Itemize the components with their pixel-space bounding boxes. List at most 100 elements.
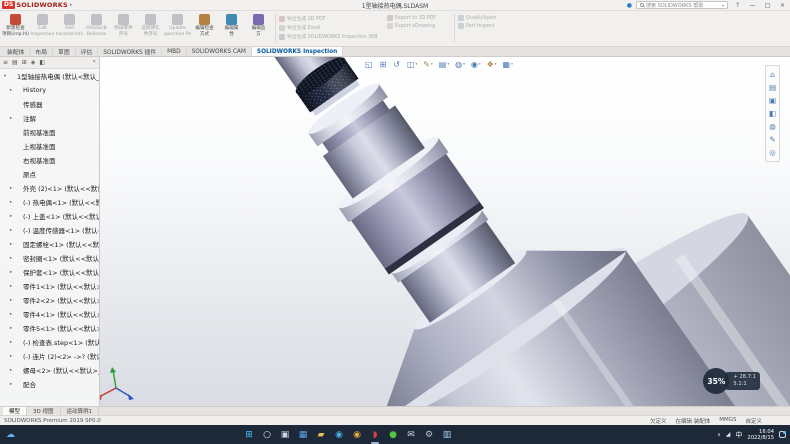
status-item[interactable]: 欠定义 — [650, 417, 667, 425]
login-icon[interactable]: ● — [627, 2, 632, 9]
dropdown-caret-icon[interactable]: ▾ — [416, 60, 418, 69]
store-button[interactable]: ▥ — [441, 429, 453, 441]
document-tab[interactable]: 3D 视图 — [27, 407, 60, 415]
hide-show-icon[interactable]: ◉ ▾ — [471, 60, 481, 69]
command-tab[interactable]: 草图 — [53, 47, 76, 56]
dropdown-caret-icon[interactable]: ▾ — [463, 60, 465, 69]
tree-item[interactable]: 右视基准面 — [0, 153, 99, 167]
remove-balloon-button[interactable]: 移排零件 序号 — [110, 12, 137, 45]
dropdown-caret-icon[interactable]: ▾ — [447, 60, 449, 69]
graphics-viewport[interactable]: ◱ ⊞ ↺ ◫ ▾ ✎ ▾ ▤ — [0, 57, 790, 406]
configurationmanager-tab[interactable]: ⊞ — [22, 59, 27, 66]
widgets-button[interactable]: ▦ — [297, 429, 309, 441]
file-explorer-button[interactable]: ▰ — [315, 429, 327, 441]
featuremanager-tab[interactable]: ≡ — [3, 59, 8, 66]
tree-item[interactable]: 传感器 — [0, 97, 99, 111]
mail-button[interactable]: ✉ — [405, 429, 417, 441]
tree-item[interactable]: ▸ 固定螺栓<1> (默认<<默认>_显示状态) — [0, 237, 99, 251]
tree-item[interactable]: 原点 — [0, 167, 99, 181]
view-orientation-icon[interactable]: ▤ ▾ — [439, 60, 449, 69]
tree-item[interactable]: ▸ 零件4<1> (默认<<默认>_显示状态) — [0, 307, 99, 321]
tree-item[interactable]: ▸ (-) 热电偶<1> (默认<<默认>_显示状态) — [0, 195, 99, 209]
file-menu-arrow-icon[interactable]: ▸ — [70, 2, 73, 8]
taskbar-clock[interactable]: 16:04 2022/8/15 — [747, 429, 774, 441]
new-inspection-project-button[interactable]: 新建检查 项目(imp.hl) — [2, 12, 29, 45]
network-icon[interactable]: ◢ — [726, 431, 731, 438]
dropdown-caret-icon[interactable]: ▾ — [495, 60, 497, 69]
tray-overflow-icon[interactable]: ∧ — [717, 432, 721, 438]
browser-button[interactable]: ◉ — [351, 429, 363, 441]
task-view-button[interactable]: ▣ — [279, 429, 291, 441]
qualityxpert-button[interactable]: QualityXpert — [458, 15, 510, 21]
command-tab[interactable]: 布局 — [30, 47, 53, 56]
dropdown-caret-icon[interactable]: ▾ — [479, 60, 481, 69]
design-library-icon[interactable]: ▤ — [769, 83, 776, 92]
search-caret-icon[interactable]: ▾ — [722, 3, 724, 8]
dimxpert-tab[interactable]: ◈ — [31, 59, 36, 66]
command-tab[interactable]: MBD — [162, 47, 186, 56]
command-tab[interactable]: 评估 — [76, 47, 99, 56]
edit-template-button[interactable]: 编辑监 方 — [245, 12, 272, 45]
dropdown-caret-icon[interactable]: ▾ — [431, 60, 433, 69]
start-button[interactable]: ⊞ — [243, 429, 255, 441]
tree-item[interactable]: ▸ 保护套<1> (默认<<默认>_显示状态) — [0, 265, 99, 279]
apply-scene-icon[interactable]: ▦ ▾ — [503, 60, 513, 69]
maximize-button[interactable]: □ — [762, 2, 773, 9]
command-tab[interactable]: SOLIDWORKS Inspection — [252, 47, 343, 56]
export-edrawing-button[interactable]: Export eDrawing — [387, 23, 451, 29]
tree-item[interactable]: ▸ (-) 温度传感器<1> (默认<<默认>_显示状态) — [0, 223, 99, 237]
tree-item[interactable]: ▾ 1型轴接热电偶 (默认<默认_显示状态-1>) — [0, 69, 99, 83]
status-item[interactable]: 在编辑 装配体 — [675, 417, 710, 425]
close-button[interactable]: × — [777, 2, 788, 9]
export-excel-button[interactable]: 导出生成 Excel — [279, 24, 387, 31]
dropdown-caret-icon[interactable]: ▾ — [511, 60, 513, 69]
document-tab[interactable]: 运动算例1 — [61, 407, 100, 415]
tree-item[interactable]: 上视基准面 — [0, 139, 99, 153]
select-balloon-button[interactable]: 选择弹孔 件序号 — [137, 12, 164, 45]
notification-icon[interactable] — [779, 431, 786, 438]
zoom-fit-icon[interactable]: ◱ — [365, 60, 374, 69]
appearances-icon[interactable]: ◍ — [769, 122, 776, 131]
custom-properties-icon[interactable]: ✎ — [769, 135, 775, 144]
tree-item[interactable]: ▸ 密封圈<1> (默认<<默认>_显示状态) — [0, 251, 99, 265]
command-tab[interactable]: SOLIDWORKS CAM — [187, 47, 252, 56]
help-search-input[interactable]: 搜索 SOLIDWORKS 帮助 ▾ — [636, 1, 728, 9]
propertymanager-tab[interactable]: ▤ — [12, 59, 18, 66]
solidworks-app-button[interactable]: ◗ — [369, 429, 381, 441]
status-item[interactable]: MMGS — [719, 417, 736, 425]
minimize-button[interactable]: — — [747, 2, 758, 9]
assembly-model[interactable] — [53, 57, 790, 406]
edit-inspection-method-button[interactable]: 编辑检查 方式 — [191, 12, 218, 45]
previous-view-icon[interactable]: ↺ — [393, 60, 401, 69]
tree-item[interactable]: 前视基准面 — [0, 125, 99, 139]
command-tab[interactable]: 装配体 — [2, 47, 30, 56]
export-2d-pdf-button[interactable]: 导出生成 2D PDF — [279, 15, 387, 22]
tree-item[interactable]: ▸ 零件5<1> (默认<<默认>_显示状态) — [0, 321, 99, 335]
part-inspect-button[interactable]: Part Inspect — [458, 23, 510, 29]
wechat-button[interactable]: ● — [387, 429, 399, 441]
display-style-icon[interactable]: ◍ ▾ — [455, 60, 465, 69]
file-explorer-pane-icon[interactable]: ▣ — [769, 96, 776, 105]
tree-item[interactable]: ▸ 螺母<2> (默认<<默认>_显示状态) — [0, 363, 99, 377]
view-palette-icon[interactable]: ◧ — [769, 109, 776, 118]
weather-widget-icon[interactable]: ☁ — [6, 430, 15, 440]
tree-item[interactable]: ▸ 零件1<1> (默认<<默认>_显示状态) — [0, 279, 99, 293]
command-tab[interactable]: SOLIDWORKS 插件 — [98, 47, 162, 56]
input-method-indicator[interactable]: 中 — [735, 430, 742, 440]
tree-item[interactable]: ▸ 外壳 (2)<1> (默认<<默认>_显示状态) — [0, 181, 99, 195]
zoom-area-icon[interactable]: ⊞ — [380, 60, 388, 69]
add-characteristics-button[interactable]: Add Characteristics — [56, 12, 83, 45]
balloons-button[interactable]: HAS/SUB Balloons — [83, 12, 110, 45]
edge-button[interactable]: ◉ — [333, 429, 345, 441]
export-inspection-project-button[interactable]: 导出生成 SOLIDWORKS Inspection 项目 — [279, 33, 387, 40]
document-tab[interactable]: 模型 — [3, 407, 27, 415]
settings-button[interactable]: ⚙ — [423, 429, 435, 441]
export-3d-pdf-button[interactable]: Export to 3D PDF — [387, 15, 451, 21]
tree-item[interactable]: ▸ 注解 — [0, 111, 99, 125]
help-button[interactable]: ? — [732, 2, 743, 9]
3d-model-svg[interactable] — [0, 57, 790, 406]
tree-item[interactable]: ▸ 配合 — [0, 377, 99, 391]
tree-item[interactable]: ▸ (-) 检查表.step<1> (默认<<默认>_显示状态) — [0, 335, 99, 349]
tree-item[interactable]: ▸ (-) 连片 (2)<2> ->? (默认<<默认>_显示状态) — [0, 349, 99, 363]
task-pane-home-icon[interactable]: ⌂ — [770, 70, 775, 79]
